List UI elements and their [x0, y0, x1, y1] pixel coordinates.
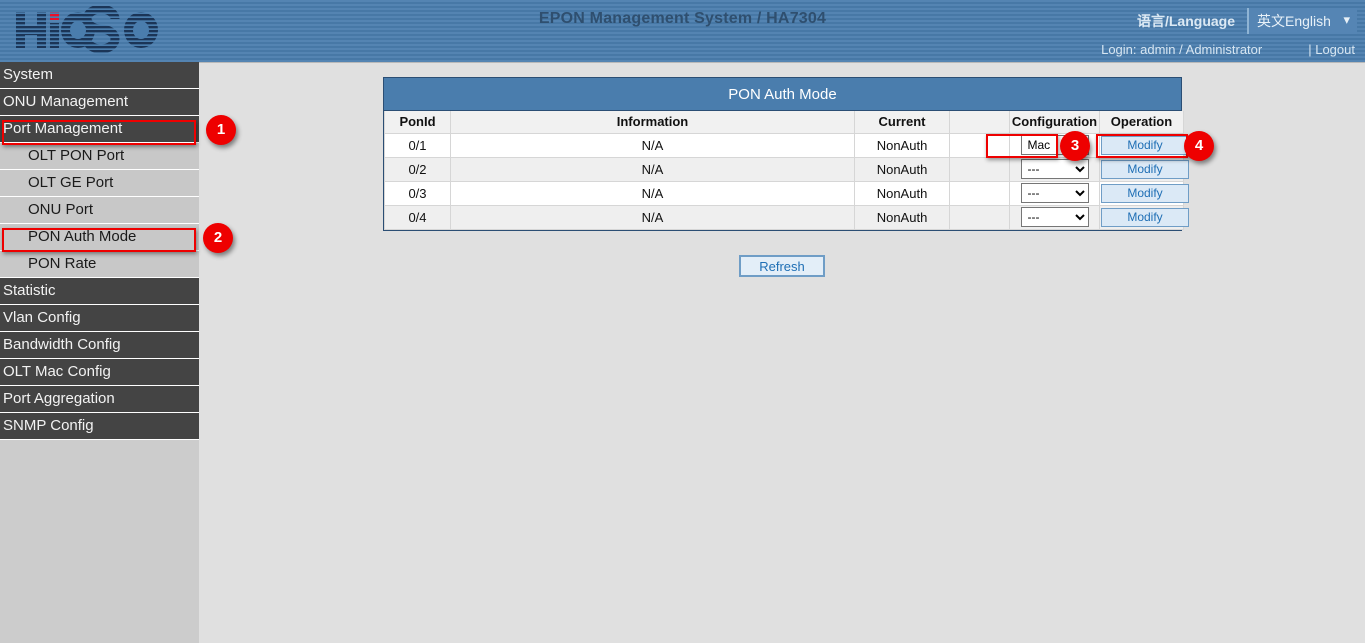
cell-current: NonAuth	[855, 157, 950, 181]
sidebar-item-onu-port[interactable]: ONU Port	[0, 197, 199, 224]
column-header-configuration: Configuration	[1010, 111, 1100, 133]
cell-configuration: ---	[1010, 205, 1100, 229]
logout-link[interactable]: | Logout	[1308, 42, 1355, 57]
sidebar-item-pon-rate[interactable]: PON Rate	[0, 251, 199, 278]
cell-information: N/A	[451, 157, 855, 181]
sidebar-nav: System ONU Management Port Management OLT P…	[0, 62, 199, 643]
cell-spacer	[950, 133, 1010, 157]
sidebar-item-system[interactable]: System	[0, 62, 199, 89]
sidebar-item-port-aggregation[interactable]: Port Aggregation	[0, 386, 199, 413]
sidebar-item-label: PON Auth Mode	[28, 228, 136, 245]
modify-button[interactable]: Modify	[1101, 136, 1189, 155]
language-switcher[interactable]: 语言/Language 英文English ▾	[1137, 8, 1357, 34]
refresh-button[interactable]: Refresh	[739, 255, 825, 277]
cell-spacer	[950, 181, 1010, 205]
sidebar-item-bandwidth-config[interactable]: Bandwidth Config	[0, 332, 199, 359]
modify-button[interactable]: Modify	[1101, 184, 1189, 203]
language-select[interactable]: 英文English	[1248, 8, 1357, 34]
cell-operation: Modify	[1100, 181, 1184, 205]
column-header-ponid: PonId	[385, 111, 451, 133]
cell-ponid: 0/1	[385, 133, 451, 157]
configuration-select[interactable]: ---	[1021, 159, 1089, 179]
sidebar-item-label: Bandwidth Config	[3, 336, 121, 353]
cell-ponid: 0/3	[385, 181, 451, 205]
login-status-bar: Login: admin / Administrator | Logout	[1101, 42, 1355, 57]
cell-spacer	[950, 205, 1010, 229]
panel-title: PON Auth Mode	[384, 78, 1181, 111]
sidebar-item-label: OLT GE Port	[28, 174, 113, 191]
sidebar-item-olt-mac-config[interactable]: OLT Mac Config	[0, 359, 199, 386]
page-header: EPON Management System / HA7304 语言/Langu…	[0, 0, 1365, 62]
sidebar-item-label: Statistic	[3, 282, 56, 299]
sidebar-item-port-management[interactable]: Port Management	[0, 116, 199, 143]
sidebar-item-list: System ONU Management Port Management OLT P…	[0, 62, 199, 440]
cell-current: NonAuth	[855, 205, 950, 229]
sidebar-item-olt-ge-port[interactable]: OLT GE Port	[0, 170, 199, 197]
cell-information: N/A	[451, 181, 855, 205]
annotation-marker-1: 1	[206, 115, 236, 145]
column-header-current: Current	[855, 111, 950, 133]
sidebar-item-onu-management[interactable]: ONU Management	[0, 89, 199, 116]
cell-configuration: ---	[1010, 157, 1100, 181]
sidebar-item-label: Port Aggregation	[3, 390, 115, 407]
pon-auth-mode-table: PonId Information Current Configuration …	[384, 111, 1184, 230]
annotation-marker-4: 4	[1184, 131, 1214, 161]
sidebar-item-statistic[interactable]: Statistic	[0, 278, 199, 305]
sidebar-item-pon-auth-mode[interactable]: PON Auth Mode	[0, 224, 199, 251]
cell-ponid: 0/2	[385, 157, 451, 181]
table-row: 0/3N/ANonAuth --- Modify	[385, 181, 1184, 205]
sidebar-item-snmp-config[interactable]: SNMP Config	[0, 413, 199, 440]
cell-information: N/A	[451, 205, 855, 229]
modify-button[interactable]: Modify	[1101, 160, 1189, 179]
annotation-marker-3: 3	[1060, 131, 1090, 161]
sidebar-item-label: SNMP Config	[3, 417, 94, 434]
column-header-operation: Operation	[1100, 111, 1184, 133]
cell-ponid: 0/4	[385, 205, 451, 229]
column-header-spacer	[950, 111, 1010, 133]
cell-current: NonAuth	[855, 133, 950, 157]
annotation-marker-2: 2	[203, 223, 233, 253]
sidebar-item-label: ONU Management	[3, 93, 128, 110]
login-user-text: Login: admin / Administrator	[1101, 42, 1308, 57]
sidebar-item-label: OLT PON Port	[28, 147, 124, 164]
cell-operation: Modify	[1100, 157, 1184, 181]
table-row: 0/2N/ANonAuth --- Modify	[385, 157, 1184, 181]
sidebar-item-label: PON Rate	[28, 255, 96, 272]
sidebar-item-vlan-config[interactable]: Vlan Config	[0, 305, 199, 332]
modify-button[interactable]: Modify	[1101, 208, 1189, 227]
cell-configuration: ---	[1010, 181, 1100, 205]
sidebar-item-label: ONU Port	[28, 201, 93, 218]
sidebar-item-label: OLT Mac Config	[3, 363, 111, 380]
table-row: 0/4N/ANonAuth --- Modify	[385, 205, 1184, 229]
language-label: 语言/Language	[1137, 11, 1247, 31]
sidebar-item-label: Port Management	[3, 120, 122, 137]
column-header-information: Information	[451, 111, 855, 133]
cell-spacer	[950, 157, 1010, 181]
language-select-box[interactable]: 英文English ▾	[1247, 8, 1357, 34]
cell-operation: Modify	[1100, 133, 1184, 157]
configuration-select[interactable]: ---	[1021, 183, 1089, 203]
cell-information: N/A	[451, 133, 855, 157]
sidebar-item-label: System	[3, 66, 53, 83]
sidebar-item-label: Vlan Config	[3, 309, 81, 326]
table-header-row: PonId Information Current Configuration …	[385, 111, 1184, 133]
cell-current: NonAuth	[855, 181, 950, 205]
sidebar-item-olt-pon-port[interactable]: OLT PON Port	[0, 143, 199, 170]
configuration-select[interactable]: ---	[1021, 207, 1089, 227]
cell-operation: Modify	[1100, 205, 1184, 229]
